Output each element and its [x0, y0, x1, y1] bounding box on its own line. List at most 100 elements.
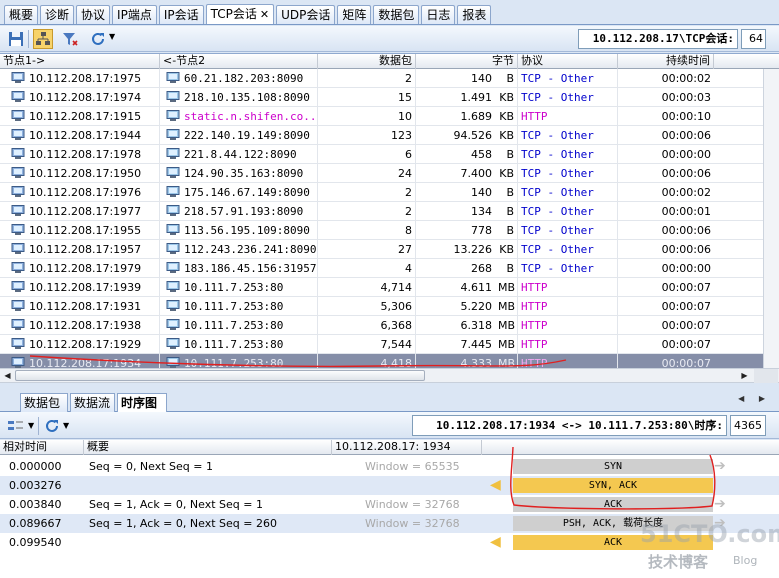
- packets-cell: 7,544: [318, 335, 416, 354]
- left-arrow: SYN, ACK: [513, 478, 713, 493]
- node1-cell: 10.112.208.17:1939: [26, 278, 160, 297]
- table-row[interactable]: 10.112.208.17:1944 222.140.19.149:8090 123…: [0, 126, 779, 145]
- table-row[interactable]: 10.112.208.17:1938 10.111.7.253:80 6,368 6.…: [0, 316, 779, 335]
- layout-icon[interactable]: [6, 416, 26, 436]
- time-cell: 0.089667: [9, 517, 62, 530]
- bytes-cell: 6.318: [460, 319, 493, 332]
- sequence-row[interactable]: 0.003276 ◀ SYN, ACK: [0, 476, 779, 495]
- table-row[interactable]: 10.112.208.17:1975 60.21.182.203:8090 2 140…: [0, 69, 779, 88]
- protocol-cell: TCP - Other: [518, 240, 618, 259]
- top-tabs: 概要 诊断 协议 IP端点 IP会话 TCP会话 ✕ UDP会话 矩阵 数据包 日志 报表: [4, 4, 493, 24]
- protocol-cell: TCP - Other: [518, 259, 618, 278]
- tab-1[interactable]: 诊断: [40, 5, 75, 24]
- refresh-icon[interactable]: [88, 29, 108, 49]
- table-row[interactable]: 10.112.208.17:1950 124.90.35.163:8090 24 7.…: [0, 164, 779, 183]
- table-row[interactable]: 10.112.208.17:1934 10.111.7.253:80 4,418 4.…: [0, 354, 779, 368]
- refresh-icon[interactable]: [42, 416, 62, 436]
- session-count-field: 64: [741, 29, 766, 49]
- duration-cell: 00:00:02: [661, 186, 711, 199]
- filter-icon[interactable]: [60, 29, 80, 49]
- col-node1[interactable]: 节点1->: [0, 54, 160, 69]
- tab-9[interactable]: 日志: [421, 5, 456, 24]
- protocol-cell: HTTP: [518, 354, 618, 368]
- pane-splitter[interactable]: [0, 383, 779, 391]
- table-row[interactable]: 10.112.208.17:1929 10.111.7.253:80 7,544 7.…: [0, 335, 779, 354]
- table-row[interactable]: 10.112.208.17:1955 113.56.195.109:8090 8 77…: [0, 221, 779, 240]
- table-row[interactable]: 10.112.208.17:1974 218.10.135.108:8090 15 1…: [0, 88, 779, 107]
- tab-7[interactable]: 矩阵: [337, 5, 372, 24]
- tab-3[interactable]: IP端点: [112, 5, 157, 24]
- computer-icon: [166, 167, 180, 179]
- table-row[interactable]: 10.112.208.17:1957 112.243.236.241:8090 27…: [0, 240, 779, 259]
- node2-cell: 10.111.7.253:80: [181, 335, 318, 354]
- tab-nav-icon[interactable]: ◀ ▶: [738, 394, 771, 403]
- table-row[interactable]: 10.112.208.17:1915 static.n.shifen.co... 1…: [0, 107, 779, 126]
- computer-icon: [166, 91, 180, 103]
- tab-2[interactable]: 协议: [76, 5, 111, 24]
- col-relative-time[interactable]: 相对时间: [0, 440, 84, 455]
- computer-icon: [166, 338, 180, 350]
- node1-cell: 10.112.208.17:1931: [26, 297, 160, 316]
- col-summary[interactable]: 概要: [84, 440, 332, 455]
- computer-icon: [166, 148, 180, 160]
- tab-label: 日志: [426, 8, 451, 22]
- tab-label: IP会话: [163, 8, 199, 22]
- table-row[interactable]: 10.112.208.17:1939 10.111.7.253:80 4,714 4.…: [0, 278, 779, 297]
- bottom-tab-0[interactable]: 数据包: [20, 393, 68, 412]
- tab-0[interactable]: 概要: [4, 5, 39, 24]
- tab-10[interactable]: 报表: [457, 5, 492, 24]
- bytes-cell: 4.611: [460, 281, 493, 294]
- col-packets[interactable]: 数据包: [318, 54, 416, 69]
- save-icon[interactable]: [6, 29, 26, 49]
- col-protocol[interactable]: 协议: [518, 54, 618, 69]
- col-node2[interactable]: <-节点2: [160, 54, 318, 69]
- scroll-thumb[interactable]: [15, 370, 425, 381]
- computer-icon: [11, 224, 25, 236]
- summary-cell: [86, 476, 334, 495]
- tab-6[interactable]: UDP会话: [276, 5, 336, 24]
- chevron-down-icon[interactable]: ▼: [109, 32, 115, 41]
- computer-icon: [166, 224, 180, 236]
- bottom-tab-1[interactable]: 数据流: [70, 393, 115, 412]
- hierarchy-icon[interactable]: [33, 29, 53, 49]
- grid-vertical-scrollbar[interactable]: [763, 69, 779, 368]
- table-row[interactable]: 10.112.208.17:1976 175.146.67.149:8090 2 14…: [0, 183, 779, 202]
- tab-5[interactable]: TCP会话 ✕: [205, 4, 275, 24]
- duration-cell: 00:00:01: [661, 205, 711, 218]
- tab-8[interactable]: 数据包: [373, 5, 420, 24]
- col-endpoint[interactable]: 10.112.208.17: 1934: [332, 440, 482, 455]
- packets-cell: 5,306: [318, 297, 416, 316]
- computer-icon: [11, 262, 25, 274]
- time-cell: 0.003276: [9, 479, 62, 492]
- chevron-down-icon[interactable]: ▼: [63, 421, 69, 430]
- duration-cell: 00:00:06: [661, 224, 711, 237]
- table-row[interactable]: 10.112.208.17:1931 10.111.7.253:80 5,306 5.…: [0, 297, 779, 316]
- bytes-unit-cell: B: [495, 259, 518, 278]
- chevron-down-icon[interactable]: ▼: [28, 421, 34, 430]
- tab-4[interactable]: IP会话: [158, 5, 204, 24]
- scroll-corner: [754, 369, 778, 383]
- close-icon[interactable]: ✕: [260, 8, 269, 21]
- bottom-tab-2[interactable]: 时序图: [117, 393, 167, 412]
- node2-cell: 112.243.236.241:8090: [181, 240, 318, 259]
- col-duration[interactable]: 持续时间: [618, 54, 714, 69]
- col-bytes[interactable]: 字节: [416, 54, 518, 69]
- scroll-right-icon[interactable]: ▶: [737, 369, 752, 383]
- node2-cell: 10.111.7.253:80: [181, 297, 318, 316]
- scroll-left-icon[interactable]: ◀: [0, 369, 15, 383]
- computer-icon: [11, 110, 25, 122]
- node1-cell: 10.112.208.17:1976: [26, 183, 160, 202]
- arrow-right-icon: ➔: [714, 496, 726, 512]
- computer-icon: [166, 319, 180, 331]
- sequence-row[interactable]: 0.000000 Seq = 0, Next Seq = 1 Window = 65…: [0, 457, 779, 476]
- table-row[interactable]: 10.112.208.17:1978 221.8.44.122:8090 6 458 B…: [0, 145, 779, 164]
- computer-icon: [166, 129, 180, 141]
- table-row[interactable]: 10.112.208.17:1979 183.186.45.156:31957 4 2…: [0, 259, 779, 278]
- horizontal-scrollbar[interactable]: ◀ ▶: [0, 368, 779, 383]
- sequence-row[interactable]: 0.003840 Seq = 1, Ack = 0, Next Seq = 1 Wi…: [0, 495, 779, 514]
- computer-icon: [11, 205, 25, 217]
- node2-cell: 113.56.195.109:8090: [181, 221, 318, 240]
- bytes-cell: 140: [471, 186, 492, 199]
- table-row[interactable]: 10.112.208.17:1977 218.57.91.193:8090 2 134…: [0, 202, 779, 221]
- computer-icon: [166, 243, 180, 255]
